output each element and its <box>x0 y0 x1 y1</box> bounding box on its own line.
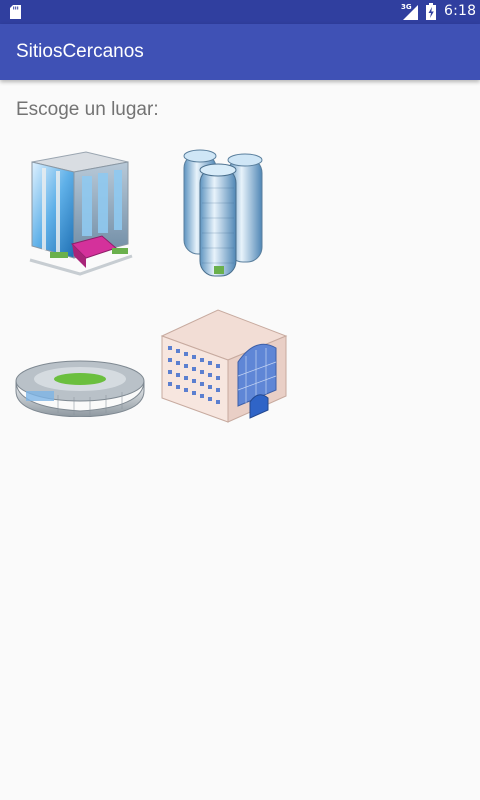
status-time: 6:18 <box>444 3 477 19</box>
skyscrapers-icon <box>183 149 263 277</box>
hotel-building-icon <box>29 151 133 276</box>
status-bar: 3G 6:18 <box>0 0 480 24</box>
stadium-icon <box>15 360 145 417</box>
battery-charging-icon <box>426 3 436 20</box>
app-title: SitiosCercanos <box>16 41 144 62</box>
office-building-icon <box>160 309 288 423</box>
app-bar: SitiosCercanos <box>0 24 480 80</box>
sd-card-icon <box>10 5 21 19</box>
choose-place-label: Escoge un lugar: <box>16 99 159 120</box>
place-stadium-button[interactable] <box>14 355 146 417</box>
signal-icon <box>403 5 418 20</box>
place-office-button[interactable] <box>158 306 290 424</box>
place-hotel-button[interactable] <box>20 148 138 278</box>
place-towers-button[interactable] <box>178 148 274 280</box>
